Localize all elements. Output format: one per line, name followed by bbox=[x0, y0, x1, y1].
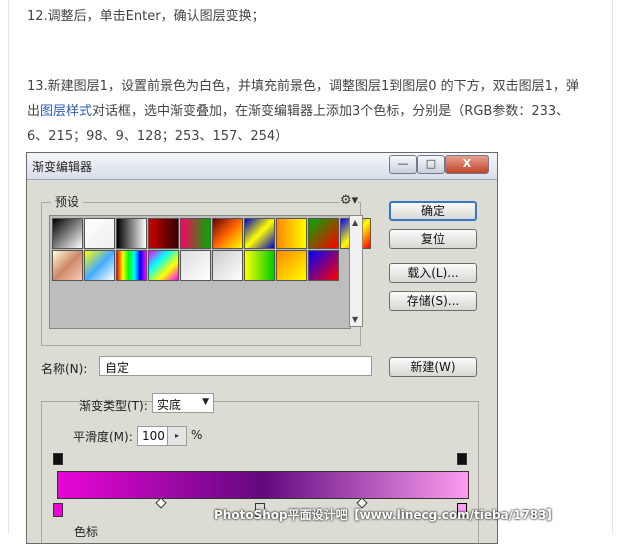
preset-swatch[interactable] bbox=[276, 250, 307, 281]
color-stop-1[interactable] bbox=[53, 503, 63, 517]
preset-swatch[interactable] bbox=[84, 218, 115, 249]
preset-swatch[interactable] bbox=[116, 218, 147, 249]
maximize-button[interactable]: □ bbox=[417, 155, 445, 174]
content-left-border bbox=[8, 0, 9, 534]
step-13-text-end: 对话框，选中渐变叠加，在渐变编辑器上添加3个色标，分别是（RGB参数：233、6… bbox=[27, 104, 570, 144]
smoothness-input[interactable]: 100 ▸ bbox=[137, 426, 187, 446]
preset-swatch[interactable] bbox=[212, 250, 243, 281]
smoothness-unit: % bbox=[191, 428, 203, 442]
dialog-titlebar[interactable]: 渐变编辑器 — □ X bbox=[27, 153, 497, 180]
opacity-stop-right[interactable] bbox=[457, 453, 467, 465]
dialog-title: 渐变编辑器 bbox=[32, 160, 93, 174]
color-stops-label: 色标 bbox=[71, 523, 102, 540]
preset-swatch[interactable] bbox=[244, 250, 275, 281]
preset-swatch[interactable] bbox=[52, 218, 83, 249]
save-button[interactable]: 存储(S)... bbox=[389, 291, 477, 311]
load-button[interactable]: 载入(L)... bbox=[389, 263, 477, 283]
close-button[interactable]: X bbox=[445, 155, 489, 174]
step-12-text: 12.调整后，单击Enter，确认图层变换； bbox=[27, 9, 265, 24]
chevron-down-icon: ▼ bbox=[202, 397, 209, 407]
preset-swatch[interactable] bbox=[180, 250, 211, 281]
preset-swatch-grid bbox=[49, 215, 371, 329]
new-button[interactable]: 新建(W) bbox=[389, 357, 477, 377]
presets-label: 预设 bbox=[51, 193, 84, 210]
preset-swatch[interactable] bbox=[148, 218, 179, 249]
preset-swatch[interactable] bbox=[308, 250, 339, 281]
gradient-type-value: 实底 bbox=[157, 398, 182, 412]
step-13-text: 13.新建图层1，设置前景色为白色，并填充前景色，调整图层1到图层0 的下方，双… bbox=[27, 74, 587, 149]
preset-swatch[interactable] bbox=[148, 250, 179, 281]
preset-swatch[interactable] bbox=[84, 250, 115, 281]
preset-swatch[interactable] bbox=[180, 218, 211, 249]
gradient-editor-dialog: 渐变编辑器 — □ X 预设 ⚙▾ ▲ ▼ 确定 复位 载入(L)... 存储(… bbox=[26, 152, 498, 544]
gradient-type-label: 渐变类型(T): bbox=[79, 399, 148, 413]
ok-button[interactable]: 确定 bbox=[389, 201, 477, 221]
name-label: 名称(N): bbox=[41, 362, 88, 376]
reset-button[interactable]: 复位 bbox=[389, 229, 477, 249]
scroll-down-icon[interactable]: ▼ bbox=[352, 315, 358, 324]
smoothness-label: 平滑度(M): bbox=[73, 430, 133, 444]
watermark: PhotoShop平面设计吧【www.linecg.com/tieba/1783… bbox=[214, 508, 559, 522]
content-right-border bbox=[612, 0, 613, 534]
preset-swatch[interactable] bbox=[276, 218, 307, 249]
preset-swatch[interactable] bbox=[116, 250, 147, 281]
name-input[interactable]: 自定 bbox=[99, 356, 372, 376]
preset-swatch[interactable] bbox=[308, 218, 339, 249]
presets-scrollbar[interactable]: ▲ ▼ bbox=[349, 215, 363, 327]
preset-swatch[interactable] bbox=[52, 250, 83, 281]
layer-style-link[interactable]: 图层样式 bbox=[40, 104, 92, 119]
minimize-button[interactable]: — bbox=[389, 155, 417, 174]
preset-swatch[interactable] bbox=[244, 218, 275, 249]
scroll-up-icon[interactable]: ▲ bbox=[352, 218, 358, 227]
gradient-preview-bar[interactable] bbox=[57, 471, 469, 499]
preset-swatch[interactable] bbox=[212, 218, 243, 249]
smoothness-arrow-icon[interactable]: ▸ bbox=[167, 427, 186, 445]
smoothness-value: 100 bbox=[142, 429, 165, 443]
gradient-type-select[interactable]: 实底 ▼ bbox=[152, 393, 214, 413]
opacity-stop-left[interactable] bbox=[53, 453, 63, 465]
gear-icon[interactable]: ⚙▾ bbox=[340, 193, 358, 208]
